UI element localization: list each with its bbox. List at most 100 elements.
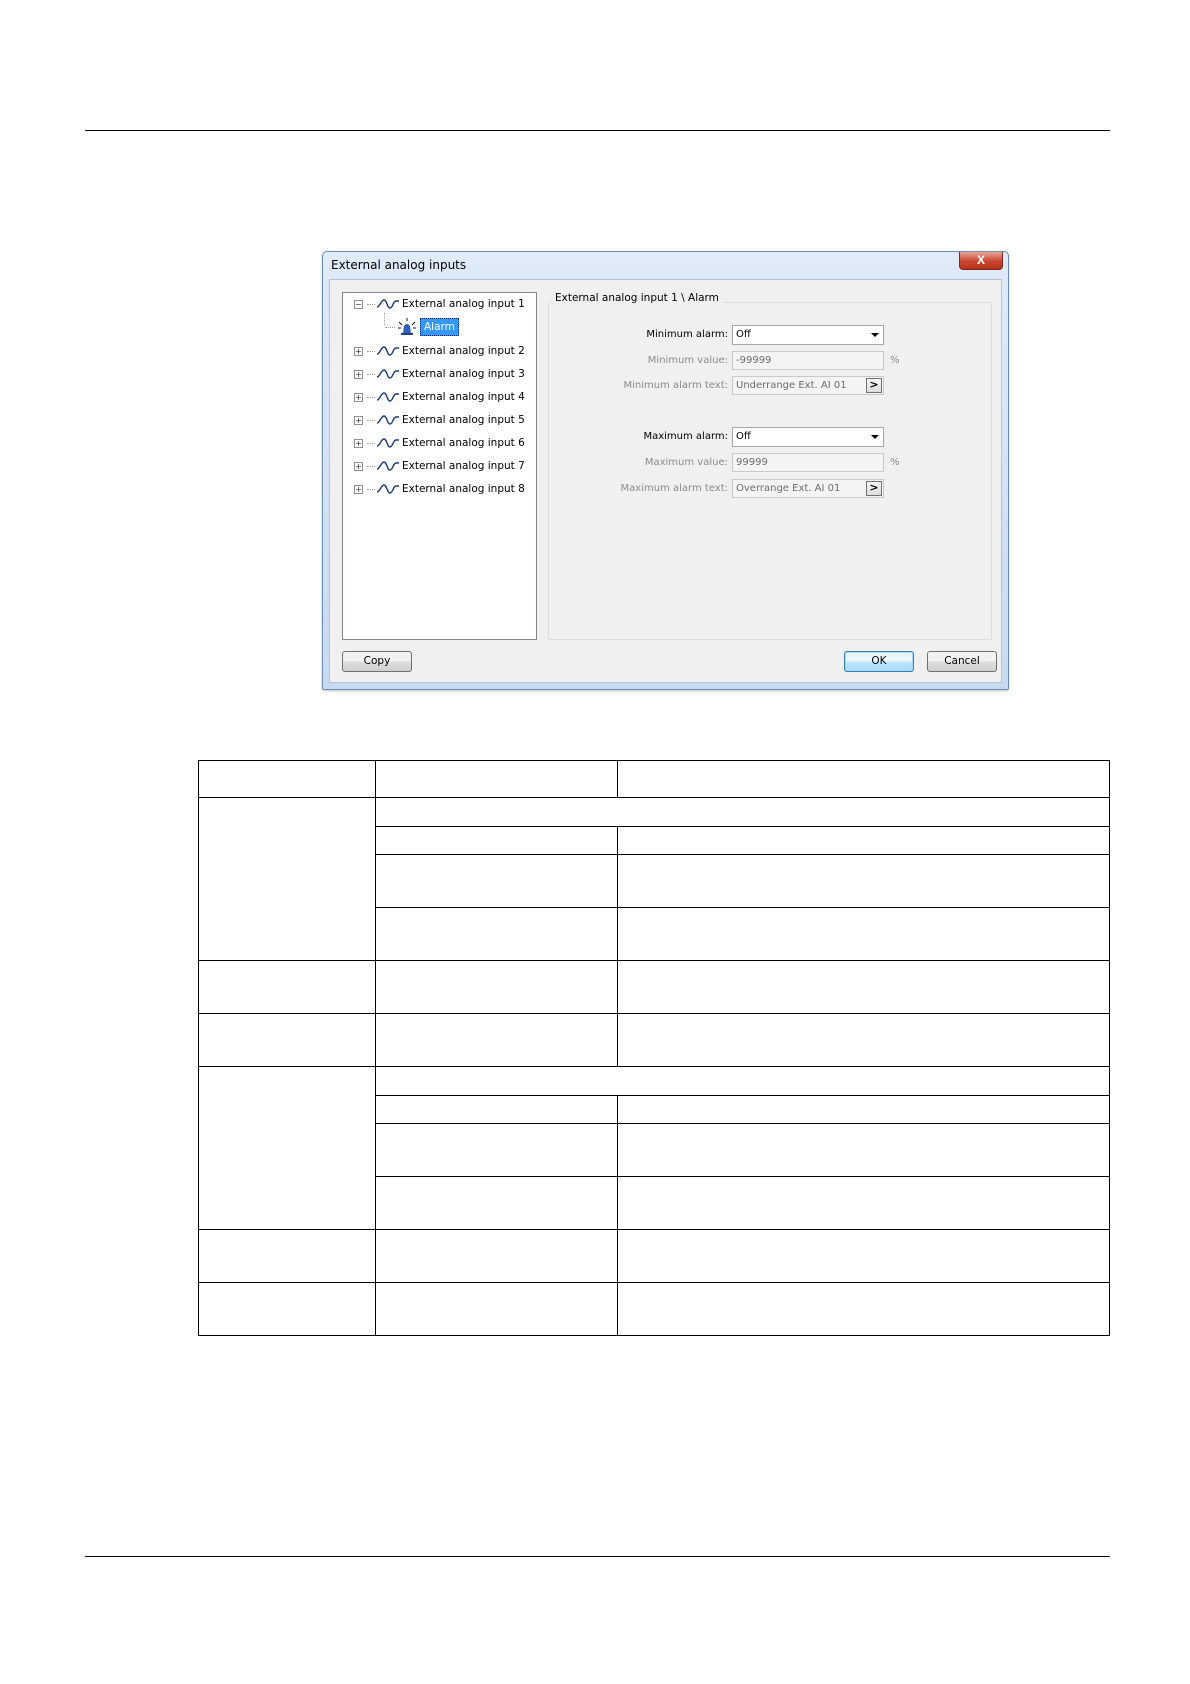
table-cell <box>617 907 1110 961</box>
tree-item-label: Alarm <box>420 318 459 336</box>
group-title: External analog input 1 \ Alarm <box>551 292 723 304</box>
tree-item-external-analog-input-6[interactable]: + External analog input 6 <box>354 434 525 452</box>
tree-item-external-analog-input-8[interactable]: + External analog input 8 <box>354 480 525 498</box>
table-row <box>198 1066 1110 1230</box>
tree-item-label: External analog input 2 <box>402 345 525 357</box>
table-cell <box>617 826 1110 855</box>
table-cell <box>375 907 618 961</box>
expand-icon[interactable]: + <box>354 346 363 356</box>
table-cell <box>375 960 618 1014</box>
maximum-value-label: Maximum value: <box>644 457 728 468</box>
tree-item-label: External analog input 7 <box>402 460 525 472</box>
minimum-value-field[interactable]: -99999 <box>732 351 884 370</box>
dialog-title: External analog inputs <box>331 258 467 272</box>
table-row <box>198 797 1110 961</box>
tree-item-label: External analog input 5 <box>402 414 525 426</box>
table-cell <box>198 1282 376 1336</box>
table-cell <box>375 854 618 908</box>
dialog-client-area: − External analog input 1 Alarm + Extern… <box>329 279 1002 683</box>
table-cell <box>375 1229 618 1283</box>
table-cell <box>198 797 376 961</box>
maximum-alarm-text-label: Maximum alarm text: <box>620 483 728 494</box>
expand-icon[interactable]: + <box>354 392 363 402</box>
ok-button[interactable]: OK <box>844 651 914 672</box>
table-cell <box>198 1066 376 1230</box>
maximum-value-unit: % <box>890 457 900 468</box>
minimum-alarm-value: Off <box>736 329 751 340</box>
maximum-alarm-label: Maximum alarm: <box>643 431 728 442</box>
table-cell <box>375 826 618 855</box>
tree-item-label: External analog input 1 <box>402 298 525 310</box>
analog-signal-icon <box>377 346 399 356</box>
analog-signal-icon <box>377 461 399 471</box>
table-cell <box>617 1176 1110 1230</box>
cancel-button[interactable]: Cancel <box>927 651 997 672</box>
tree-item-label: External analog input 8 <box>402 483 525 495</box>
maximum-alarm-value: Off <box>736 431 751 442</box>
table-cell <box>375 1282 618 1336</box>
expand-icon[interactable]: + <box>354 484 363 494</box>
table-cell <box>617 1095 1110 1124</box>
tree-item-label: External analog input 4 <box>402 391 525 403</box>
table-cell <box>617 960 1110 1014</box>
table-cell <box>617 760 1110 798</box>
expand-icon[interactable]: + <box>354 438 363 448</box>
table-cell <box>375 797 1110 827</box>
table-cell <box>617 1013 1110 1067</box>
close-button[interactable]: X <box>959 252 1003 270</box>
navigation-tree: − External analog input 1 Alarm + Extern… <box>342 292 537 640</box>
tree-item-label: External analog input 3 <box>402 368 525 380</box>
tree-item-external-analog-input-2[interactable]: + External analog input 2 <box>354 342 525 360</box>
external-analog-inputs-dialog: External analog inputs X − External anal… <box>322 251 1009 690</box>
analog-signal-icon <box>377 438 399 448</box>
table-cell <box>375 1123 618 1177</box>
tree-item-external-analog-input-4[interactable]: + External analog input 4 <box>354 388 525 406</box>
minimum-value-unit: % <box>890 355 900 366</box>
expand-icon[interactable]: + <box>354 415 363 425</box>
minimum-alarm-select[interactable]: Off <box>732 325 884 345</box>
parameter-table <box>198 760 1110 1336</box>
table-cell <box>375 1066 1110 1096</box>
minimum-value-label: Minimum value: <box>647 355 728 366</box>
copy-button[interactable]: Copy <box>342 651 412 672</box>
table-cell <box>617 854 1110 908</box>
analog-signal-icon <box>377 369 399 379</box>
table-cell <box>375 1095 618 1124</box>
table-row <box>198 1282 1110 1336</box>
minimum-alarm-text-label: Minimum alarm text: <box>623 380 728 391</box>
dropdown-arrow-icon <box>871 435 879 439</box>
table-cell <box>198 1229 376 1283</box>
collapse-icon[interactable]: − <box>354 299 363 309</box>
maximum-alarm-text-field[interactable]: Overrange Ext. AI 01 > <box>732 479 884 498</box>
table-cell <box>198 960 376 1014</box>
expand-icon[interactable]: + <box>354 461 363 471</box>
table-header-row <box>198 760 1110 798</box>
alarm-beacon-icon <box>398 318 416 335</box>
table-row <box>198 1013 1110 1067</box>
edit-text-button[interactable]: > <box>866 378 882 393</box>
analog-signal-icon <box>377 484 399 494</box>
tree-item-alarm[interactable]: Alarm <box>385 316 459 338</box>
table-cell <box>198 760 376 798</box>
table-cell <box>375 760 618 798</box>
table-cell <box>198 1013 376 1067</box>
dropdown-arrow-icon <box>871 333 879 337</box>
header-rule <box>85 130 1110 131</box>
tree-item-label: External analog input 6 <box>402 437 525 449</box>
table-row <box>198 960 1110 1014</box>
edit-text-button[interactable]: > <box>866 481 882 496</box>
maximum-alarm-text-value: Overrange Ext. AI 01 <box>736 483 841 494</box>
minimum-alarm-text-value: Underrange Ext. AI 01 <box>736 380 847 391</box>
analog-signal-icon <box>377 415 399 425</box>
analog-signal-icon <box>377 392 399 402</box>
table-cell <box>617 1229 1110 1283</box>
tree-item-external-analog-input-7[interactable]: + External analog input 7 <box>354 457 525 475</box>
table-cell <box>375 1176 618 1230</box>
maximum-value-field[interactable]: 99999 <box>732 453 884 472</box>
expand-icon[interactable]: + <box>354 369 363 379</box>
tree-item-external-analog-input-3[interactable]: + External analog input 3 <box>354 365 525 383</box>
minimum-alarm-text-field[interactable]: Underrange Ext. AI 01 > <box>732 376 884 395</box>
tree-item-external-analog-input-1[interactable]: − External analog input 1 <box>354 295 525 313</box>
tree-item-external-analog-input-5[interactable]: + External analog input 5 <box>354 411 525 429</box>
maximum-alarm-select[interactable]: Off <box>732 427 884 447</box>
